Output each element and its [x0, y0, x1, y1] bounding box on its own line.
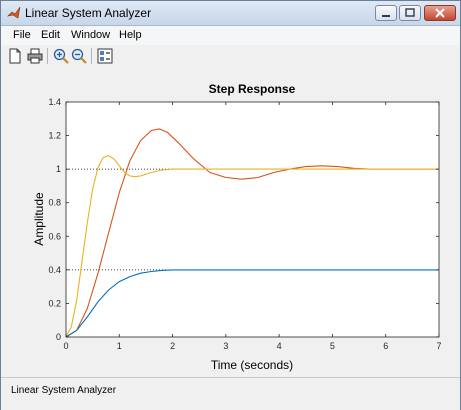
x-tick-label: 1	[117, 341, 122, 351]
close-button[interactable]	[424, 5, 456, 21]
y-tick-label: 0.4	[48, 265, 61, 275]
print-button[interactable]	[27, 48, 43, 64]
zoom-in-icon	[53, 48, 69, 64]
y-tick-label: 1.4	[48, 97, 61, 107]
print-icon	[27, 48, 43, 64]
menu-window[interactable]: Window	[71, 29, 110, 41]
menu-help[interactable]: Help	[119, 29, 142, 41]
y-tick-label: 0.6	[48, 231, 61, 241]
y-tick-label: 0.2	[48, 298, 61, 308]
matlab-logo-icon	[7, 6, 21, 19]
y-axis-label: Amplitude	[32, 192, 46, 246]
chart-title: Step Response	[209, 82, 296, 96]
zoom-in-button[interactable]	[53, 48, 69, 64]
y-tick-label: 0.8	[48, 198, 61, 208]
plot-configuration-button[interactable]	[97, 48, 113, 64]
plot-axes	[65, 101, 440, 338]
close-icon	[435, 8, 445, 18]
minimize-button[interactable]	[375, 5, 397, 21]
minimize-icon	[382, 15, 390, 17]
x-axis-label: Time (seconds)	[211, 358, 293, 372]
x-tick-label: 7	[436, 341, 441, 351]
new-file-icon	[9, 48, 21, 64]
y-tick-label: 1	[56, 164, 61, 174]
x-tick-label: 3	[223, 341, 228, 351]
zoom-out-icon	[71, 48, 87, 64]
x-tick-label: 6	[383, 341, 388, 351]
x-tick-label: 2	[170, 341, 175, 351]
new-file-button[interactable]	[7, 48, 23, 64]
title-bar[interactable]: Linear System Analyzer	[1, 1, 460, 26]
toolbar-separator	[47, 48, 48, 64]
x-tick-label: 4	[277, 341, 282, 351]
window-title: Linear System Analyzer	[25, 6, 152, 20]
menu-bar: File Edit Window Help	[1, 26, 460, 45]
maximize-icon	[405, 8, 415, 17]
y-tick-label: 0	[56, 332, 61, 342]
toolbar-separator	[91, 48, 92, 64]
linear-system-analyzer-window: Linear System Analyzer File Edit Window …	[0, 0, 461, 410]
step-response-chart[interactable]: Step Response 0 1 2 3 4 5 6 7 0 0.2 0.4 0.6 0.8 1 1.2…	[1, 67, 460, 375]
status-text: Linear System Analyzer	[11, 385, 117, 396]
plot-configuration-icon	[97, 48, 113, 64]
zoom-out-button[interactable]	[71, 48, 87, 64]
x-tick-label: 0	[63, 341, 68, 351]
y-tick-label: 1.2	[48, 131, 61, 141]
toolbar	[1, 45, 460, 68]
status-bar: Linear System Analyzer	[1, 377, 460, 410]
menu-edit[interactable]: Edit	[41, 29, 60, 41]
x-tick-label: 5	[330, 341, 335, 351]
maximize-button[interactable]	[399, 5, 421, 21]
plot-area: Step Response 0 1 2 3 4 5 6 7 0 0.2 0.4 0.6 0.8 1 1.2…	[1, 67, 460, 375]
menu-file[interactable]: File	[13, 29, 31, 41]
